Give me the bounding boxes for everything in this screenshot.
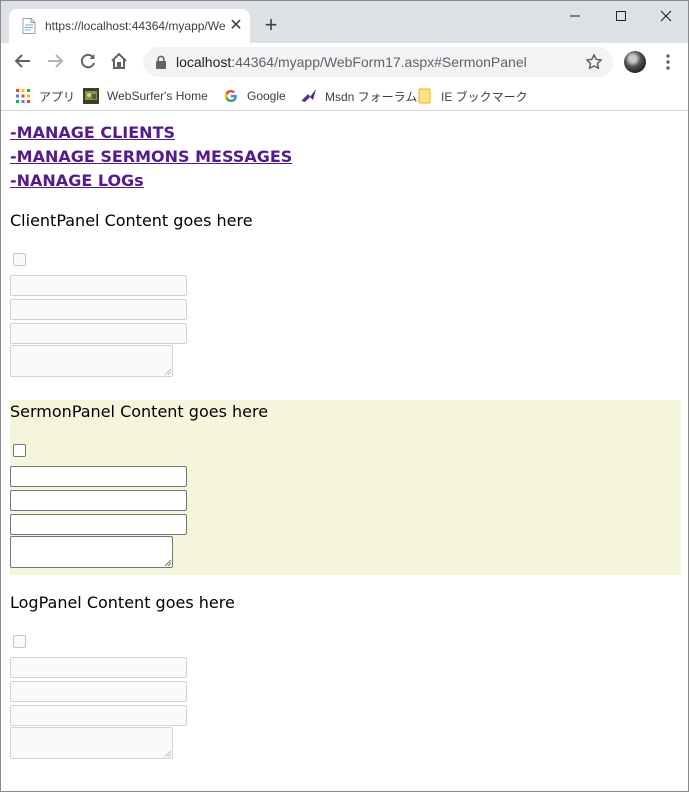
site-favicon — [83, 88, 99, 104]
resize-grip-icon[interactable] — [164, 750, 171, 757]
browser-tab[interactable]: https://localhost:44364/myapp/WebForm17.… — [9, 9, 250, 43]
folder-icon — [418, 88, 431, 104]
bookmark-label: IE ブックマーク — [441, 89, 528, 104]
url-path: :44364/myapp/WebForm17.aspx#SermonPanel — [231, 54, 527, 70]
link-manage-sermons[interactable]: -MANAGE SERMONS MESSAGES — [10, 147, 292, 166]
lock-icon — [156, 55, 166, 69]
bookmark-label: WebSurfer's Home — [107, 89, 208, 103]
address-bar[interactable]: localhost:44364/myapp/WebForm17.aspx#Ser… — [143, 47, 613, 77]
close-tab-icon[interactable]: ✕ — [228, 18, 244, 34]
close-icon — [660, 10, 672, 22]
bookmark-label: Google — [247, 89, 286, 103]
reload-button[interactable] — [76, 49, 100, 73]
tab-title: https://localhost:44364/myapp/WebForm17.… — [45, 19, 225, 33]
minimize-button[interactable] — [552, 1, 598, 31]
home-button[interactable] — [107, 49, 131, 73]
bookmark-ie-folder[interactable]: IE ブックマーク — [417, 85, 528, 107]
bookmark-google[interactable]: Google — [223, 85, 286, 107]
bookmarks-bar: アプリ WebSurfer's Home Google Msdn フォーラム I… — [1, 81, 688, 111]
star-icon[interactable] — [585, 53, 603, 71]
log-textbox-2[interactable] — [10, 681, 187, 702]
sermon-textbox-3[interactable] — [10, 514, 187, 535]
client-textbox-3[interactable] — [10, 323, 187, 344]
msdn-icon — [301, 89, 316, 102]
arrow-right-icon — [48, 54, 64, 68]
tab-strip: https://localhost:44364/myapp/WebForm17.… — [1, 1, 688, 43]
resize-grip-icon[interactable] — [164, 368, 171, 375]
link-manage-logs[interactable]: -NANAGE LOGs — [10, 171, 144, 190]
resize-grip-icon[interactable] — [164, 559, 171, 566]
back-button[interactable] — [11, 49, 35, 73]
page-content: -MANAGE CLIENTS -MANAGE SERMONS MESSAGES… — [1, 112, 688, 791]
more-vert-icon[interactable] — [658, 52, 678, 72]
client-checkbox[interactable] — [13, 253, 26, 266]
client-textbox-1[interactable] — [10, 275, 187, 296]
maximize-icon — [616, 11, 626, 21]
close-window-button[interactable] — [643, 1, 688, 31]
profile-avatar[interactable] — [624, 51, 646, 73]
bookmark-label: アプリ — [39, 89, 76, 104]
browser-window: https://localhost:44364/myapp/WebForm17.… — [0, 0, 689, 792]
bookmark-apps[interactable]: アプリ — [15, 85, 75, 107]
client-textarea[interactable] — [10, 345, 173, 377]
client-panel-title: ClientPanel Content goes here — [10, 211, 253, 230]
link-manage-clients[interactable]: -MANAGE CLIENTS — [10, 123, 175, 142]
maximize-button[interactable] — [598, 1, 644, 31]
browser-toolbar: localhost:44364/myapp/WebForm17.aspx#Ser… — [1, 43, 688, 81]
minimize-icon — [570, 15, 580, 17]
log-checkbox[interactable] — [13, 635, 26, 648]
reload-icon — [80, 53, 95, 69]
google-icon — [224, 89, 237, 103]
bookmark-websurfer[interactable]: WebSurfer's Home — [83, 85, 208, 107]
sermon-checkbox[interactable] — [13, 444, 26, 457]
forward-button[interactable] — [43, 49, 67, 73]
sermon-textbox-2[interactable] — [10, 490, 187, 511]
sermon-textbox-1[interactable] — [10, 466, 187, 487]
page-icon — [22, 18, 36, 34]
url-host: localhost — [176, 54, 232, 70]
log-textbox-3[interactable] — [10, 705, 187, 726]
client-textbox-2[interactable] — [10, 299, 187, 320]
bookmark-msdn[interactable]: Msdn フォーラム — [301, 85, 417, 107]
apps-grid-icon — [16, 89, 30, 103]
home-icon — [111, 52, 127, 69]
sermon-panel-title: SermonPanel Content goes here — [10, 402, 269, 421]
sermon-textarea[interactable] — [10, 536, 173, 568]
log-textarea[interactable] — [10, 727, 173, 759]
log-textbox-1[interactable] — [10, 657, 187, 678]
bookmark-label: Msdn フォーラム — [325, 89, 418, 104]
url-text: localhost:44364/myapp/WebForm17.aspx#Ser… — [176, 54, 527, 70]
log-panel-title: LogPanel Content goes here — [10, 593, 235, 612]
arrow-left-icon — [14, 54, 30, 68]
new-tab-button[interactable]: + — [260, 14, 282, 37]
